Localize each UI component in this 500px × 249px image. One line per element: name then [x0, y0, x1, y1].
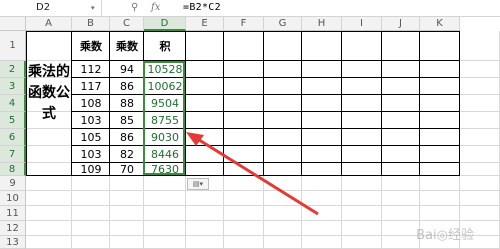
watermark: Bai◎经验 — [416, 228, 474, 243]
arrow-shaft — [195, 136, 319, 216]
arrow-head — [186, 132, 204, 146]
annotation-arrow — [186, 132, 319, 216]
